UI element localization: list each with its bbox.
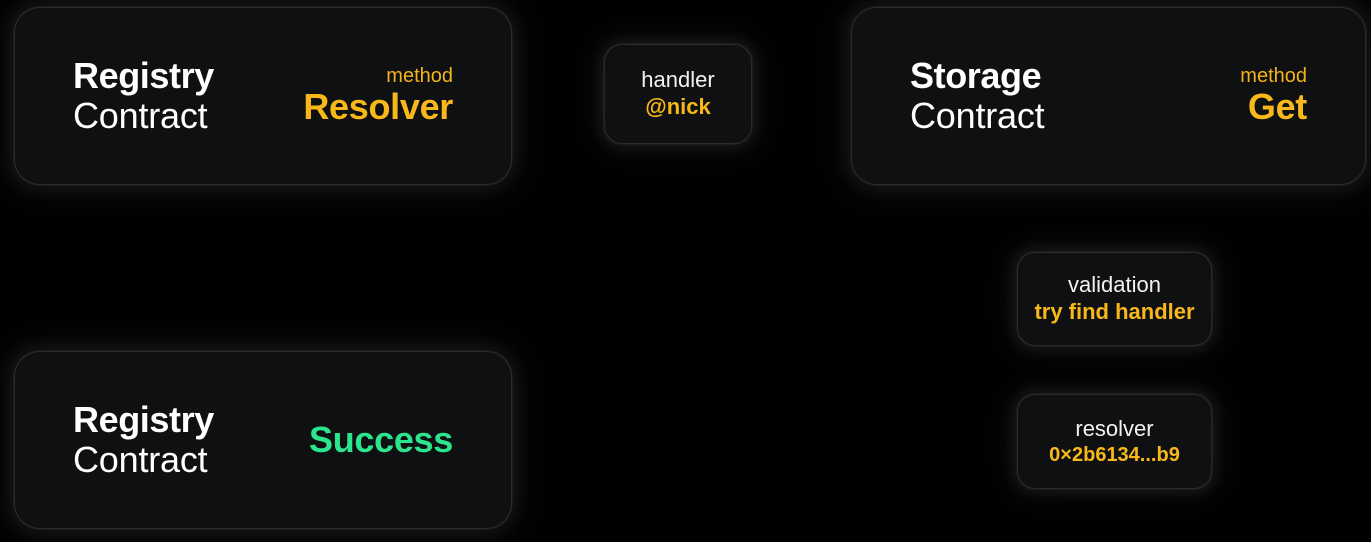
status-badge: Success (308, 418, 453, 460)
resolver-label: resolver (1075, 415, 1154, 441)
node-registry-contract-response[interactable]: Registry Contract Success (14, 351, 512, 529)
storage-meta-value: Get (1247, 86, 1307, 128)
storage-meta: method Get (1240, 65, 1365, 128)
registry-response-status: Success (308, 418, 511, 460)
registry-request-title: Registry Contract (15, 54, 214, 137)
storage-meta-label: method (1240, 64, 1307, 87)
storage-title: Storage Contract (852, 54, 1045, 137)
registry-request-title-light: Contract (73, 95, 208, 136)
node-validation[interactable]: validation try find handler (1017, 252, 1212, 346)
node-resolver[interactable]: resolver 0×2b6134...b9 (1017, 394, 1212, 489)
diagram-canvas: Registry Contract method Resolver handle… (0, 0, 1371, 542)
storage-title-light: Contract (910, 95, 1045, 136)
resolver-value: 0×2b6134...b9 (1049, 443, 1180, 466)
validation-label: validation (1068, 272, 1161, 298)
registry-response-title: Registry Contract (15, 398, 214, 481)
registry-response-title-strong: Registry (73, 398, 214, 440)
registry-request-meta-value: Resolver (303, 86, 453, 128)
node-handler[interactable]: handler @nick (604, 44, 752, 144)
handler-label: handler (641, 67, 715, 93)
registry-request-meta: method Resolver (303, 65, 511, 128)
handler-value: @nick (645, 94, 711, 119)
storage-title-strong: Storage (910, 54, 1042, 96)
node-registry-contract-request[interactable]: Registry Contract method Resolver (14, 7, 512, 185)
validation-value: try find handler (1034, 299, 1195, 324)
node-storage-contract[interactable]: Storage Contract method Get (851, 7, 1366, 185)
registry-request-meta-label: method (386, 64, 453, 87)
registry-request-title-strong: Registry (73, 54, 214, 96)
registry-response-title-light: Contract (73, 439, 208, 480)
